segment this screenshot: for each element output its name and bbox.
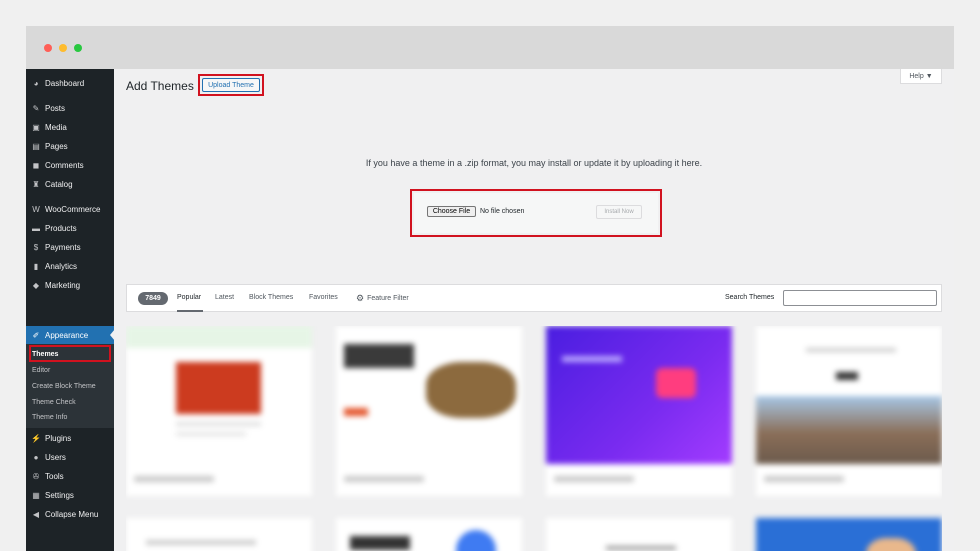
theme-name-blurred [554, 476, 634, 482]
products-icon: ▬ [32, 223, 40, 233]
tab-block-themes[interactable]: Block Themes [249, 294, 293, 301]
theme-name-blurred [134, 476, 214, 482]
sidebar-item-label: WooCommerce [45, 204, 101, 214]
admin-sidebar: ◕ Dashboard ✎ Posts ▣ Media ▤ Pages ◼ Comment… [26, 69, 115, 551]
sidebar-item-posts[interactable]: ✎ Posts [26, 99, 114, 117]
submenu-item-theme-check[interactable]: Theme Check [32, 399, 76, 406]
sidebar-item-label: Tools [45, 471, 64, 481]
analytics-icon: ▮ [33, 261, 39, 271]
theme-card[interactable] [336, 518, 522, 551]
active-tab-indicator [177, 310, 203, 312]
brush-icon: ✐ [32, 330, 40, 340]
theme-screenshot [126, 326, 312, 464]
sidebar-item-label: Catalog [45, 179, 73, 189]
wrench-icon: ✇ [32, 471, 40, 481]
submenu-item-theme-info[interactable]: Theme Info [32, 414, 67, 421]
comment-icon: ◼ [32, 160, 40, 170]
maximize-window-dot[interactable] [74, 44, 82, 52]
theme-screenshot [336, 326, 522, 464]
sidebar-item-label: Products [45, 223, 77, 233]
sidebar-item-label: Payments [45, 242, 81, 252]
sidebar-item-label: Posts [45, 103, 66, 113]
browser-window: ◕ Dashboard ✎ Posts ▣ Media ▤ Pages ◼ Comment… [26, 26, 954, 551]
pages-icon: ▤ [32, 141, 40, 151]
sidebar-item-label: Pages [45, 141, 68, 151]
tab-popular[interactable]: Popular [177, 294, 201, 301]
sidebar-item-label: Appearance [45, 330, 89, 340]
sidebar-item-label: Analytics [45, 261, 78, 271]
sidebar-item-media[interactable]: ▣ Media [26, 118, 114, 136]
catalog-icon: ♜ [32, 179, 40, 189]
page-title: Add Themes [126, 79, 194, 93]
sidebar-item-woocommerce[interactable]: W WooCommerce [26, 200, 114, 218]
sidebar-item-payments[interactable]: $ Payments [26, 238, 114, 256]
theme-card[interactable] [546, 326, 732, 496]
theme-card[interactable] [126, 326, 312, 496]
sidebar-item-marketing[interactable]: ◆ Marketing [26, 276, 114, 294]
minimize-window-dot[interactable] [59, 44, 67, 52]
pin-icon: ✎ [32, 103, 40, 113]
sidebar-item-settings[interactable]: ▦ Settings [26, 486, 114, 504]
sidebar-item-users[interactable]: ● Users [26, 448, 114, 466]
sidebar-item-tools[interactable]: ✇ Tools [26, 467, 114, 485]
woocommerce-icon: W [32, 204, 40, 214]
plugin-icon: ⚡ [31, 433, 41, 443]
theme-card[interactable] [336, 326, 522, 496]
sidebar-item-label: Comments [45, 160, 84, 170]
sidebar-item-catalog[interactable]: ♜ Catalog [26, 175, 114, 193]
users-icon: ● [33, 452, 39, 462]
sidebar-item-pages[interactable]: ▤ Pages [26, 137, 114, 155]
sidebar-item-plugins[interactable]: ⚡ Plugins [26, 429, 114, 447]
upload-instructions: If you have a theme in a .zip format, yo… [365, 158, 703, 168]
themes-highlight-box [29, 345, 111, 362]
theme-screenshot [756, 326, 942, 464]
theme-card[interactable] [756, 518, 942, 551]
theme-count-badge: 7849 [138, 292, 168, 305]
theme-filter-bar: 7849 Popular Latest Block Themes Favorit… [126, 284, 942, 312]
sidebar-item-label: Dashboard [45, 78, 85, 88]
sidebar-item-analytics[interactable]: ▮ Analytics [26, 257, 114, 275]
sidebar-item-appearance[interactable]: ✐ Appearance [26, 326, 114, 344]
upload-theme-button[interactable]: Upload Theme [202, 78, 260, 92]
theme-card[interactable] [126, 518, 312, 551]
upload-form-highlight [410, 189, 662, 237]
theme-card[interactable] [546, 518, 732, 551]
feature-filter-button[interactable]: ⚙ Feature Filter [356, 293, 409, 304]
marketing-icon: ◆ [32, 280, 40, 290]
tab-latest[interactable]: Latest [215, 294, 234, 301]
media-icon: ▣ [32, 122, 40, 132]
search-themes-label: Search Themes [725, 294, 775, 301]
theme-card[interactable] [756, 326, 942, 496]
help-button[interactable]: Help ▼ [900, 69, 942, 84]
dashboard-icon: ◕ [33, 78, 39, 88]
sidebar-item-dashboard[interactable]: ◕ Dashboard [26, 74, 114, 92]
theme-name-blurred [344, 476, 424, 482]
sidebar-item-label: Plugins [45, 433, 72, 443]
window-titlebar [26, 26, 954, 69]
tab-favorites[interactable]: Favorites [309, 294, 338, 301]
theme-screenshot [546, 326, 732, 464]
sidebar-item-label: Settings [45, 490, 74, 500]
sidebar-item-collapse-menu[interactable]: ◀ Collapse Menu [26, 505, 114, 523]
submenu-item-create-block-theme[interactable]: Create Block Theme [32, 383, 96, 390]
theme-name-blurred [764, 476, 844, 482]
sidebar-item-label: Marketing [45, 280, 81, 290]
feature-filter-label: Feature Filter [367, 295, 409, 302]
theme-grid [126, 326, 942, 551]
gear-icon: ⚙ [356, 293, 365, 303]
main-content: Add Themes Upload Theme Help ▼ If you ha… [114, 69, 954, 551]
settings-icon: ▦ [32, 490, 40, 500]
search-themes-input[interactable] [783, 290, 937, 306]
submenu-item-editor[interactable]: Editor [32, 367, 50, 374]
collapse-icon: ◀ [32, 509, 40, 519]
payments-icon: $ [33, 242, 39, 252]
sidebar-item-label: Collapse Menu [45, 509, 99, 519]
sidebar-item-comments[interactable]: ◼ Comments [26, 156, 114, 174]
sidebar-item-label: Media [45, 122, 67, 132]
close-window-dot[interactable] [44, 44, 52, 52]
sidebar-item-label: Users [45, 452, 66, 462]
sidebar-item-products[interactable]: ▬ Products [26, 219, 114, 237]
